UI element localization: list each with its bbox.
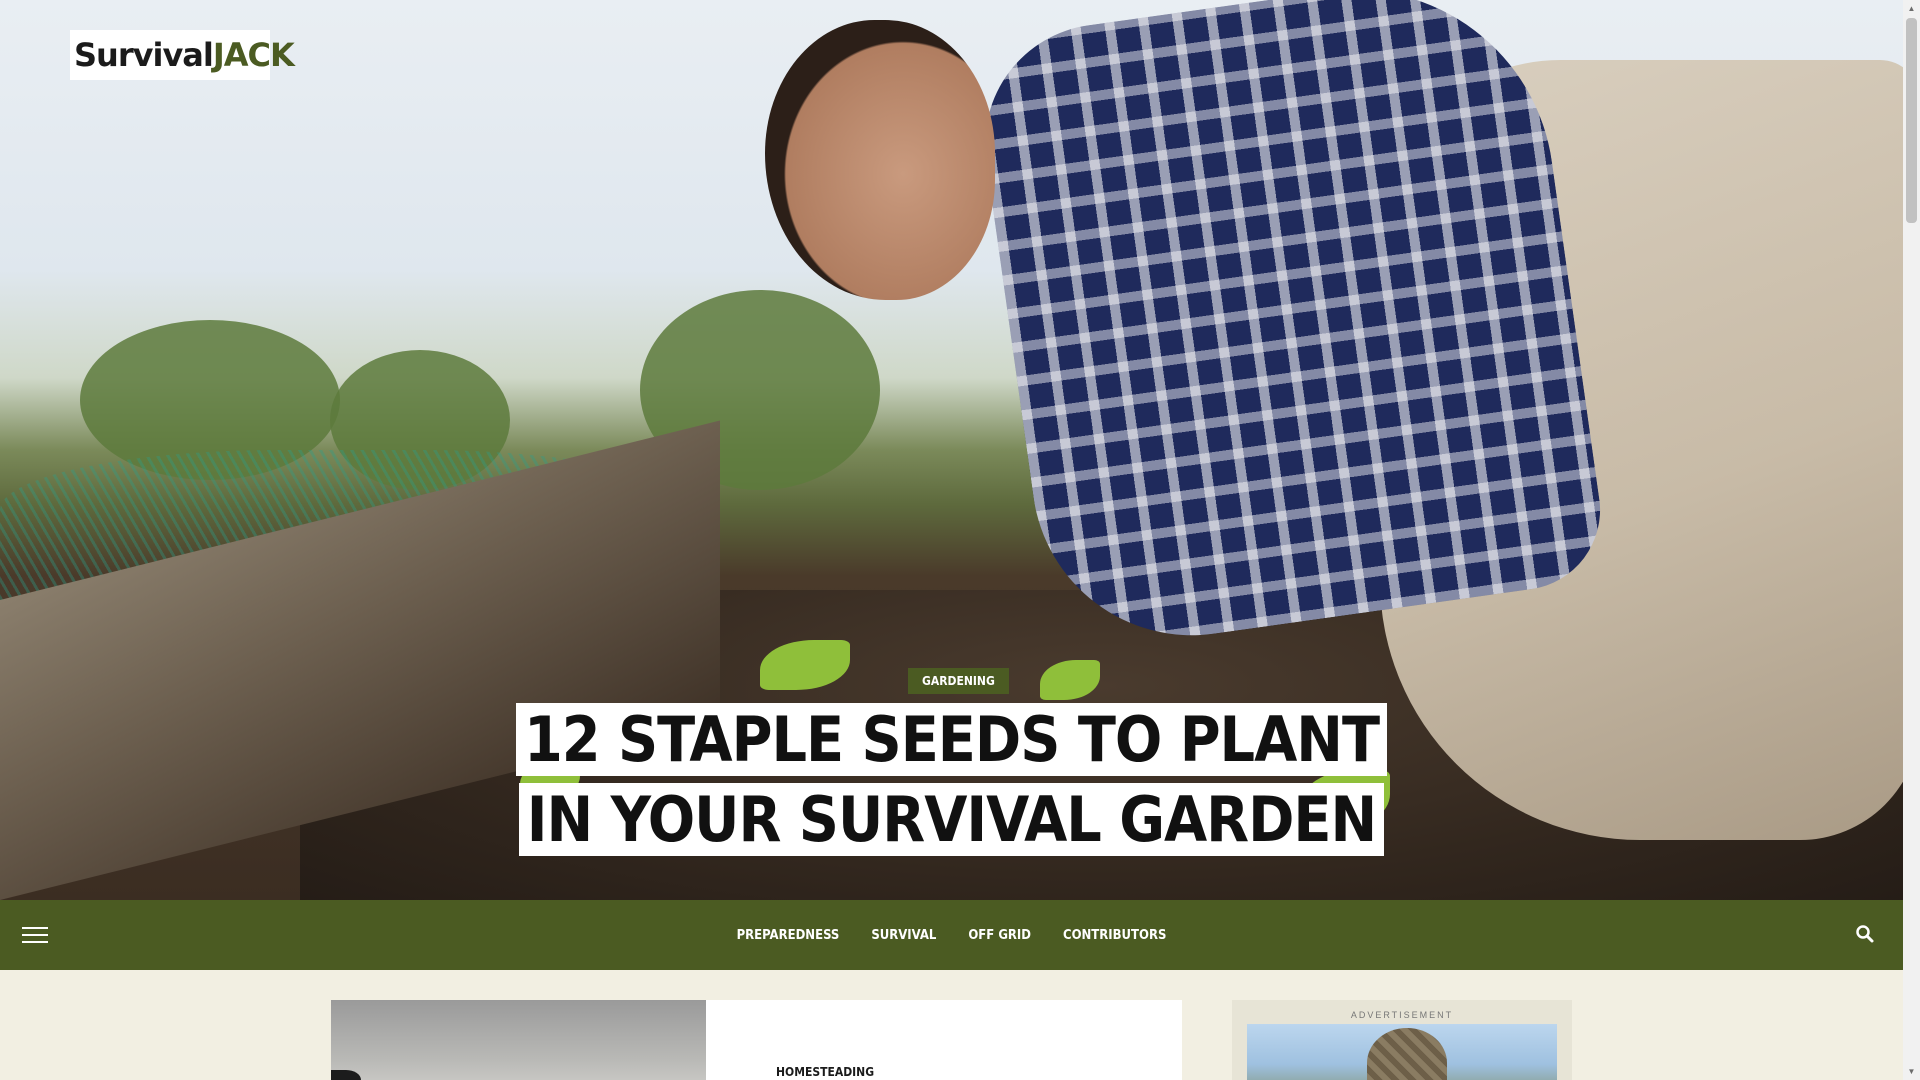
page-scrollbar[interactable]: ▲ ▼ xyxy=(1903,0,1920,1080)
ad-label: ADVERTISEMENT xyxy=(1350,1010,1454,1020)
hero-banner[interactable]: Survival JACK GARDENING 12 STAPLE SEEDS T… xyxy=(0,0,1903,900)
site-logo[interactable]: Survival JACK xyxy=(70,30,295,80)
scrollbar-thumb[interactable] xyxy=(1906,18,1917,223)
nav-item-off-grid[interactable]: OFF GRID xyxy=(968,928,1031,943)
hero-title[interactable]: 12 STAPLE SEEDS TO PLANT IN YOUR SURVIVA… xyxy=(500,700,1403,860)
nav-menu: PREPAREDNESS SURVIVAL OFF GRID CONTRIBUT… xyxy=(737,928,1167,943)
main-nav: PREPAREDNESS SURVIVAL OFF GRID CONTRIBUT… xyxy=(0,900,1903,970)
article-card[interactable]: HOMESTEADING xyxy=(331,1000,1182,1080)
hero-person-shirt xyxy=(969,0,1611,656)
article-category[interactable]: HOMESTEADING xyxy=(776,1065,874,1079)
nav-item-survival[interactable]: SURVIVAL xyxy=(871,928,936,943)
nav-item-preparedness[interactable]: PREPAREDNESS xyxy=(737,928,840,943)
ad-image-subject xyxy=(1367,1028,1447,1080)
hero-title-text[interactable]: 12 STAPLE SEEDS TO PLANT IN YOUR SURVIVA… xyxy=(515,703,1388,856)
search-icon[interactable] xyxy=(1855,924,1875,944)
hamburger-icon[interactable] xyxy=(22,927,48,943)
logo-text-accent: JACK xyxy=(212,36,295,74)
scroll-down-icon[interactable]: ▼ xyxy=(1903,1063,1920,1080)
ad-image[interactable] xyxy=(1247,1024,1557,1080)
scroll-up-icon[interactable]: ▲ xyxy=(1903,0,1920,17)
thumbnail-graphic xyxy=(331,1070,361,1080)
search-icon-svg xyxy=(1856,925,1874,943)
article-thumbnail[interactable] xyxy=(331,1000,706,1080)
logo-text-primary: Survival xyxy=(74,36,214,74)
hero-category-badge[interactable]: GARDENING xyxy=(908,668,1009,694)
sidebar-ad: ADVERTISEMENT xyxy=(1232,1000,1572,1080)
hero-person-head xyxy=(765,20,995,300)
nav-item-contributors[interactable]: CONTRIBUTORS xyxy=(1063,928,1166,943)
